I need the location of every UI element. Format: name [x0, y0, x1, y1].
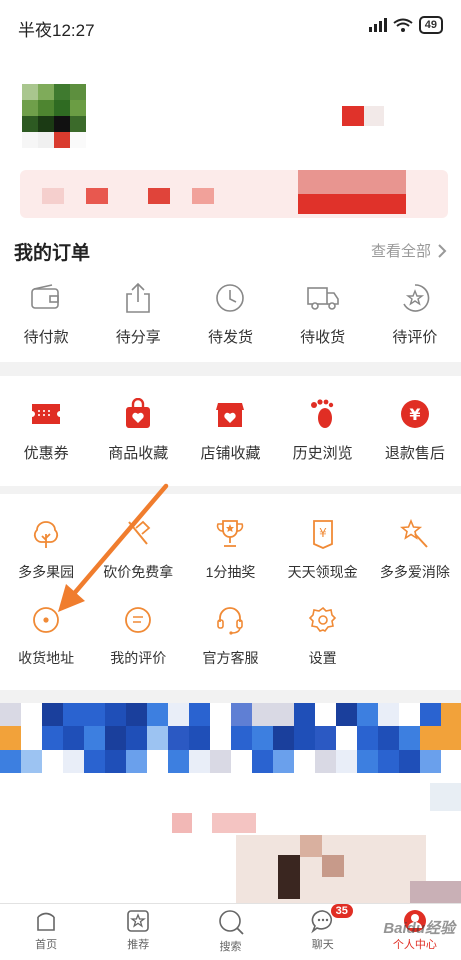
banner-mosaic-cell	[105, 749, 126, 773]
masked-region	[278, 855, 300, 899]
tab-label: 聊天	[311, 939, 334, 951]
tab-label: 首页	[35, 939, 58, 951]
banner-mosaic-cell	[210, 726, 231, 750]
masked-region	[300, 835, 322, 857]
banner-mosaic-cell	[126, 749, 147, 773]
banner-mosaic-cell	[126, 726, 147, 750]
banner-mosaic-cell	[189, 749, 210, 773]
banner-mosaic-cell	[357, 726, 378, 750]
watermark: Baidu经验	[383, 920, 455, 937]
banner-mosaic-cell	[252, 749, 273, 773]
banner-mosaic-cell	[315, 703, 336, 727]
banner-mosaic-cell	[441, 749, 461, 773]
tab-label: 搜索	[219, 941, 242, 953]
banner-mosaic-cell	[189, 726, 210, 750]
banner-mosaic-cell	[399, 749, 420, 773]
chat-unread-badge: 35	[330, 904, 353, 918]
masked-region	[430, 783, 461, 811]
banner-mosaic-cell	[294, 703, 315, 727]
banner-mosaic-cell	[84, 726, 105, 750]
banner-mosaic-cell	[357, 749, 378, 773]
banner-mosaic-cell	[147, 703, 168, 727]
banner-mosaic-cell	[378, 749, 399, 773]
banner-mosaic-cell	[21, 726, 42, 750]
banner-mosaic-cell	[105, 726, 126, 750]
banner-mosaic-cell	[252, 703, 273, 727]
banner-mosaic-cell	[84, 749, 105, 773]
tab-label: 推荐	[127, 939, 150, 951]
banner-mosaic-cell	[42, 703, 63, 727]
banner-mosaic-cell	[420, 703, 441, 727]
masked-region	[212, 813, 256, 833]
banner-mosaic-cell	[63, 703, 84, 727]
banner-mosaic-cell	[441, 726, 461, 750]
banner-mosaic-cell	[336, 703, 357, 727]
tab-chat[interactable]: 35 聊天	[277, 904, 369, 960]
banner-mosaic-cell	[105, 703, 126, 727]
banner-mosaic-cell	[399, 726, 420, 750]
banner-mosaic-cell	[0, 703, 21, 727]
banner-mosaic-cell	[378, 703, 399, 727]
masked-region	[410, 881, 461, 903]
banner-mosaic-cell	[63, 726, 84, 750]
home-icon	[37, 912, 55, 931]
tab-recommend[interactable]: 推荐	[92, 904, 184, 960]
search-icon	[218, 910, 244, 935]
banner-mosaic-cell	[420, 749, 441, 773]
banner-mosaic-cell	[231, 749, 252, 773]
banner-mosaic-cell	[294, 726, 315, 750]
tab-search[interactable]: 搜索	[184, 904, 276, 960]
promo-banner[interactable]	[0, 703, 461, 773]
product-feed[interactable]	[0, 773, 461, 903]
banner-mosaic-cell	[126, 703, 147, 727]
banner-mosaic-cell	[273, 726, 294, 750]
banner-mosaic-cell	[231, 703, 252, 727]
recommend-icon	[127, 910, 150, 932]
banner-mosaic-cell	[399, 703, 420, 727]
banner-mosaic-cell	[210, 749, 231, 773]
banner-mosaic-cell	[294, 749, 315, 773]
bottom-tab-bar: 首页 推荐 搜索 35 聊天 个人中心 Baidu经验	[0, 903, 461, 960]
banner-mosaic-cell	[210, 703, 231, 727]
banner-mosaic-cell	[378, 726, 399, 750]
banner-mosaic-cell	[441, 703, 461, 727]
banner-mosaic-cell	[168, 703, 189, 727]
banner-mosaic-cell	[420, 726, 441, 750]
banner-mosaic-cell	[315, 749, 336, 773]
banner-mosaic-cell	[273, 703, 294, 727]
masked-region	[322, 855, 344, 877]
banner-mosaic-cell	[147, 726, 168, 750]
banner-mosaic-cell	[336, 726, 357, 750]
banner-mosaic-cell	[315, 726, 336, 750]
banner-mosaic-cell	[168, 749, 189, 773]
banner-mosaic-cell	[42, 726, 63, 750]
banner-mosaic-cell	[42, 749, 63, 773]
banner-mosaic-cell	[357, 703, 378, 727]
banner-mosaic-cell	[0, 749, 21, 773]
masked-region	[172, 813, 192, 833]
banner-mosaic-cell	[147, 749, 168, 773]
banner-mosaic-cell	[168, 726, 189, 750]
banner-mosaic-cell	[0, 726, 21, 750]
tab-label: 个人中心	[392, 939, 437, 951]
tab-home[interactable]: 首页	[0, 904, 92, 960]
banner-mosaic-cell	[21, 749, 42, 773]
banner-mosaic-cell	[252, 726, 273, 750]
banner-mosaic-cell	[84, 703, 105, 727]
banner-mosaic-cell	[63, 749, 84, 773]
banner-mosaic-cell	[231, 726, 252, 750]
banner-mosaic-cell	[21, 703, 42, 727]
banner-mosaic-cell	[189, 703, 210, 727]
banner-mosaic-cell	[336, 749, 357, 773]
banner-mosaic-cell	[273, 749, 294, 773]
